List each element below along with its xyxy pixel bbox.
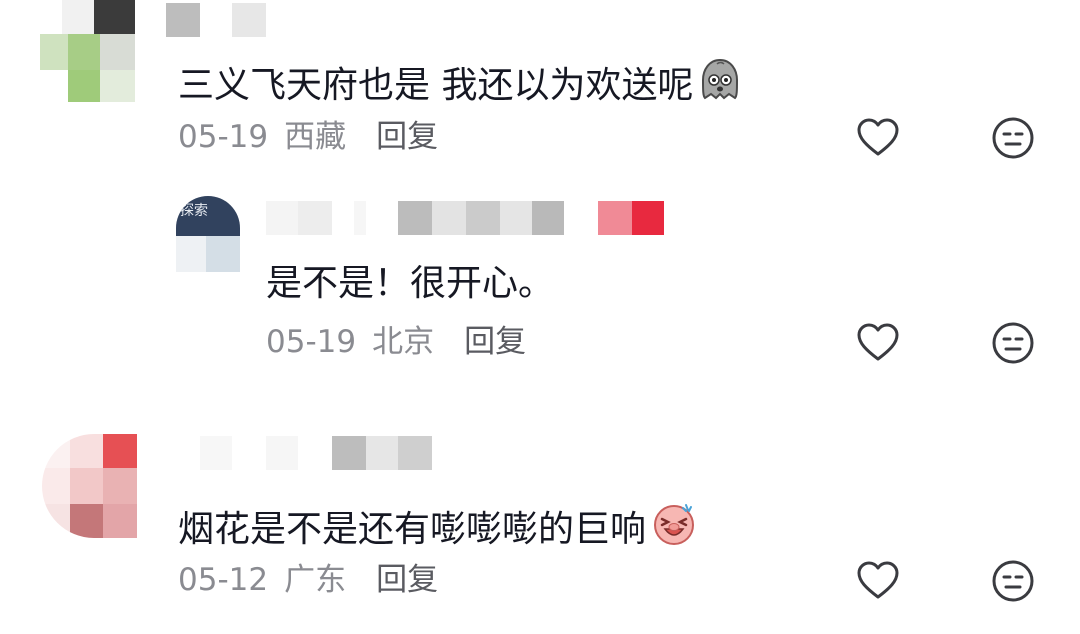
comment-text: 是不是！很开心。 [266, 260, 554, 308]
comment-location: 广东 [284, 562, 347, 598]
comment-meta: 05-19 西藏 回复 [178, 117, 438, 157]
avatar[interactable] [40, 0, 135, 102]
comment-location: 西藏 [284, 119, 347, 155]
reply-button[interactable]: 回复 [376, 119, 438, 155]
dislike-face-icon[interactable] [991, 321, 1035, 365]
comment-text-content: 是不是！很开心。 [266, 263, 555, 304]
reply-item: 探索 是不是！很开心。 05-19 北京 回复 [0, 190, 1080, 370]
comment-meta: 05-19 北京 回复 [266, 322, 526, 362]
comment-text: 烟花是不是还有嘭嘭嘭的巨响 [178, 499, 698, 560]
heart-icon[interactable] [856, 321, 900, 365]
comment-date: 05-19 [266, 324, 357, 360]
comment-text-content: 三义飞天府也是 我还以为欢送呢 [178, 64, 694, 106]
ghost-emoji-icon [697, 56, 743, 115]
comment-location: 北京 [372, 324, 435, 360]
dislike-face-icon[interactable] [991, 116, 1035, 160]
heart-icon[interactable] [856, 116, 900, 160]
avatar[interactable]: 探索 [176, 196, 240, 272]
username-blurred[interactable] [200, 436, 440, 470]
comment-item: 三义飞天府也是 我还以为欢送呢 05-19 西藏 回复 [0, 0, 1080, 170]
dislike-face-icon[interactable] [991, 559, 1035, 603]
heart-icon[interactable] [856, 559, 900, 603]
username-blurred[interactable] [266, 201, 666, 235]
comment-text-content: 烟花是不是还有嘭嘭嘭的巨响 [178, 508, 647, 550]
comment-item: 烟花是不是还有嘭嘭嘭的巨响 05-12 广东 回复 [0, 432, 1080, 632]
comment-text: 三义飞天府也是 我还以为欢送呢 [178, 56, 743, 115]
reply-button[interactable]: 回复 [464, 324, 526, 360]
avatar-badge-text: 探索 [180, 203, 208, 219]
comment-date: 05-19 [178, 119, 269, 155]
laughing-pig-emoji-icon [650, 499, 698, 560]
username-blurred[interactable] [166, 3, 276, 37]
reply-button[interactable]: 回复 [376, 562, 438, 598]
comment-meta: 05-12 广东 回复 [178, 560, 438, 600]
comment-date: 05-12 [178, 562, 269, 598]
avatar[interactable] [42, 434, 137, 538]
